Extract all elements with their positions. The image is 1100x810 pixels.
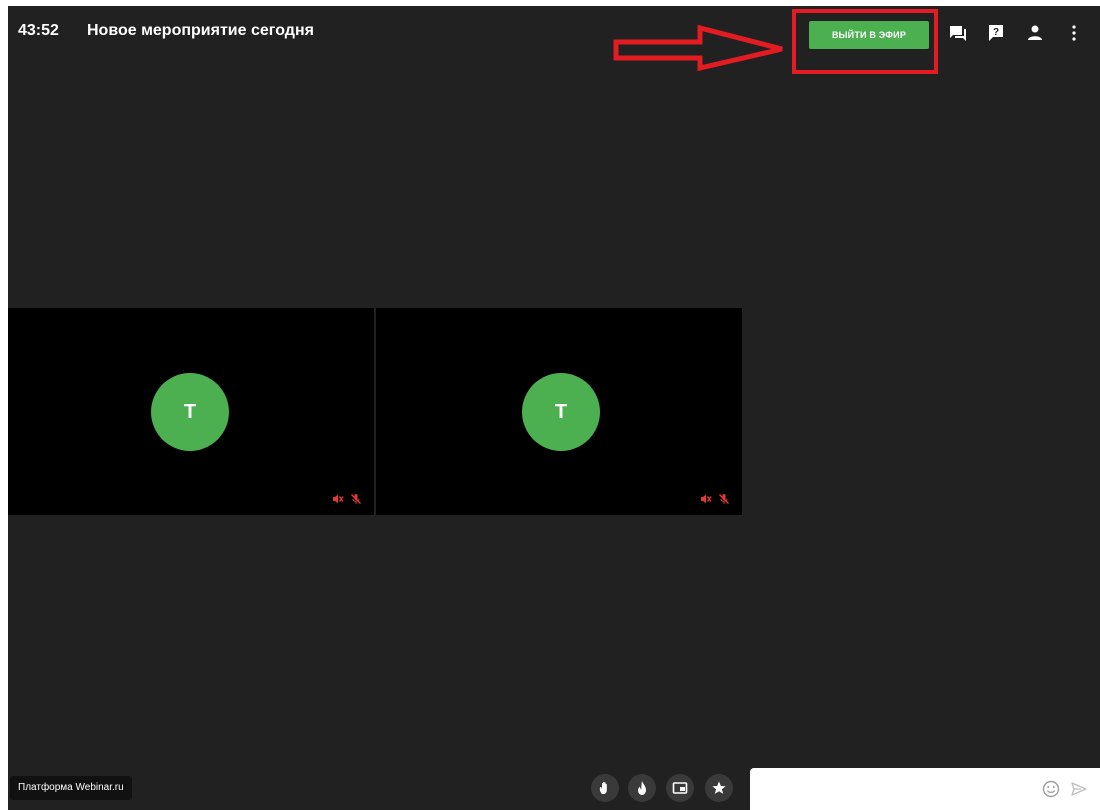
top-bar: 43:52 Новое мероприятие сегодня ВЫЙТИ В … — [8, 6, 1100, 74]
event-title: Новое мероприятие сегодня — [87, 22, 314, 39]
star-icon[interactable] — [705, 774, 733, 802]
mic-muted-icon — [350, 493, 362, 505]
participant-video-tile[interactable]: T — [8, 308, 374, 515]
go-live-button[interactable]: ВЫЙТИ В ЭФИР — [809, 21, 929, 49]
raise-hand-icon[interactable] — [591, 774, 619, 802]
tile-status-icons — [700, 493, 730, 505]
platform-badge[interactable]: Платформа Webinar.ru — [10, 776, 132, 800]
send-icon[interactable] — [1069, 779, 1089, 799]
picture-in-picture-icon[interactable] — [666, 774, 694, 802]
emoji-icon[interactable] — [1041, 779, 1061, 799]
more-vertical-icon[interactable] — [1065, 24, 1083, 42]
participant-video-tile[interactable]: T — [376, 308, 742, 515]
participant-avatar: T — [522, 373, 600, 451]
annotation-arrow-icon — [613, 24, 783, 72]
help-icon[interactable]: ? — [987, 24, 1005, 42]
tile-status-icons — [332, 493, 362, 505]
participant-avatar: T — [151, 373, 229, 451]
speaker-muted-icon — [700, 493, 712, 505]
fire-reaction-icon[interactable] — [628, 774, 656, 802]
speaker-muted-icon — [332, 493, 344, 505]
chat-message-input[interactable] — [758, 776, 1032, 804]
event-timer: 43:52 — [18, 22, 59, 39]
mic-muted-icon — [718, 493, 730, 505]
svg-text:?: ? — [993, 27, 999, 38]
participants-icon[interactable] — [1026, 24, 1044, 42]
chat-composer — [750, 768, 1100, 810]
webinar-room: 43:52 Новое мероприятие сегодня ВЫЙТИ В … — [8, 6, 1100, 810]
chat-icon[interactable] — [949, 24, 967, 42]
